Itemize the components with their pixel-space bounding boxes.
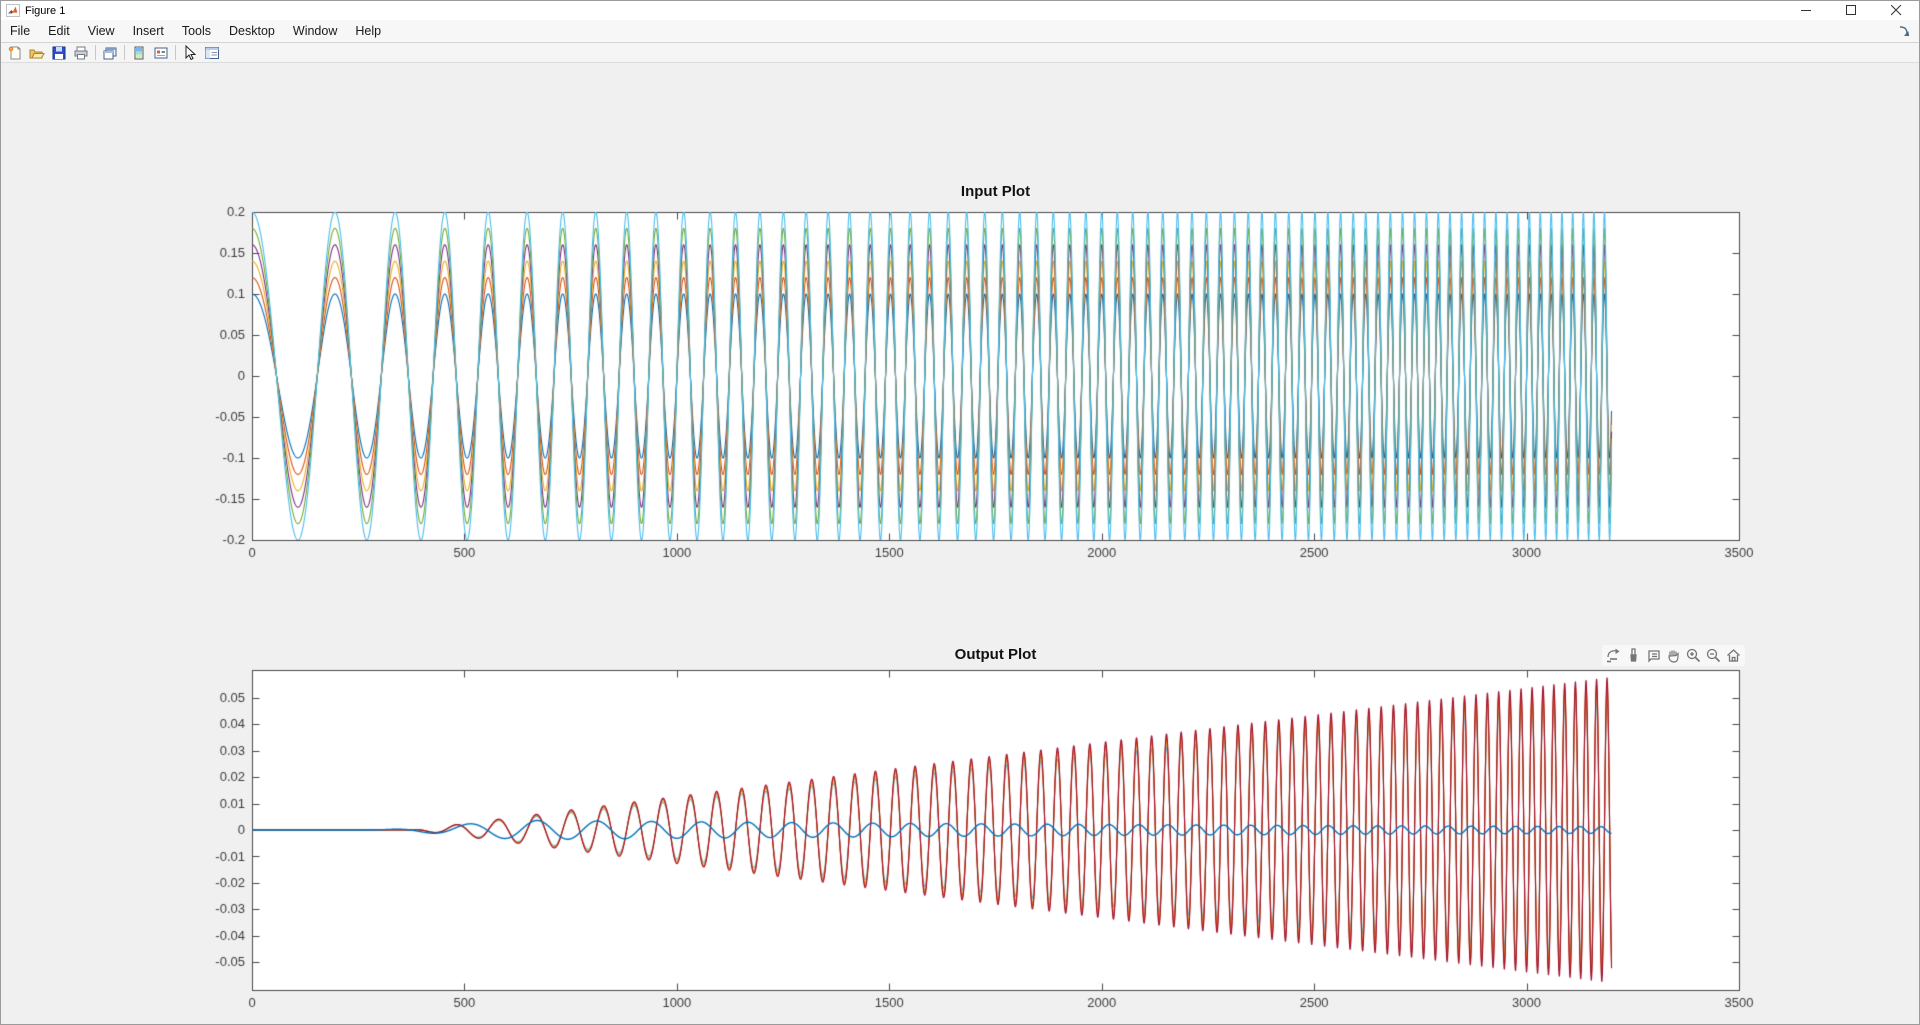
- insert-colorbar-button[interactable]: [128, 43, 150, 62]
- open-file-button[interactable]: [26, 43, 48, 62]
- print-figure-button[interactable]: [70, 43, 92, 62]
- zoom-in-button[interactable]: [1684, 646, 1703, 665]
- input-plot-title: Input Plot: [252, 183, 1739, 200]
- export-icon: [1605, 647, 1622, 664]
- insert-legend-button[interactable]: [150, 43, 172, 62]
- brush-button[interactable]: [1624, 646, 1643, 665]
- minimize-button[interactable]: [1784, 1, 1829, 20]
- minimize-icon: [1801, 5, 1812, 16]
- menu-help[interactable]: Help: [346, 21, 390, 41]
- toolbar-separator: [95, 45, 96, 60]
- dock-windows-button[interactable]: [99, 43, 121, 62]
- property-editor-icon: [204, 45, 220, 61]
- pan-button[interactable]: [1664, 646, 1683, 665]
- edit-plot-button[interactable]: [179, 43, 201, 62]
- menu-view[interactable]: View: [79, 21, 124, 41]
- restore-view-button[interactable]: [1724, 646, 1743, 665]
- new-document-icon: [7, 45, 23, 61]
- toolbar-separator: [124, 45, 125, 60]
- datatip-icon: [1645, 647, 1662, 664]
- save-figure-button[interactable]: [48, 43, 70, 62]
- input-plot-axes[interactable]: [182, 202, 1782, 564]
- figure-window: Figure 1 File Edit View Insert Tools Des…: [0, 0, 1920, 1025]
- zoom-in-icon: [1685, 647, 1702, 664]
- colorbar-icon: [131, 45, 147, 61]
- close-icon: [1891, 5, 1902, 16]
- output-plot-axes[interactable]: [182, 660, 1782, 1018]
- matlab-logo-icon: [6, 4, 20, 17]
- figure-toolbar: [1, 43, 1919, 63]
- window-title: Figure 1: [25, 5, 65, 17]
- brush-icon: [1625, 647, 1642, 664]
- pan-hand-icon: [1665, 647, 1682, 664]
- property-inspector-button[interactable]: [201, 43, 223, 62]
- pointer-arrow-icon: [182, 45, 198, 61]
- zoom-out-icon: [1705, 647, 1722, 664]
- menu-insert[interactable]: Insert: [124, 21, 173, 41]
- home-icon: [1725, 647, 1742, 664]
- window-controls: [1784, 1, 1919, 20]
- close-button[interactable]: [1874, 1, 1919, 20]
- menu-tools[interactable]: Tools: [173, 21, 220, 41]
- axes-toolbar: [1602, 645, 1745, 666]
- dock-arrow-icon: [1898, 25, 1911, 38]
- menu-bar: File Edit View Insert Tools Desktop Wind…: [1, 20, 1919, 43]
- zoom-out-button[interactable]: [1704, 646, 1723, 665]
- menu-file[interactable]: File: [1, 21, 39, 41]
- maximize-button[interactable]: [1829, 1, 1874, 20]
- title-bar: Figure 1: [1, 1, 1919, 20]
- menu-desktop[interactable]: Desktop: [220, 21, 284, 41]
- toolbar-separator: [175, 45, 176, 60]
- menu-edit[interactable]: Edit: [39, 21, 79, 41]
- data-tips-button[interactable]: [1644, 646, 1663, 665]
- overlapping-windows-icon: [102, 45, 118, 61]
- export-button[interactable]: [1604, 646, 1623, 665]
- printer-icon: [73, 45, 89, 61]
- new-figure-button[interactable]: [4, 43, 26, 62]
- save-disk-icon: [51, 45, 67, 61]
- figure-canvas-area: Input Plot Output Plot: [1, 64, 1919, 1024]
- legend-icon: [153, 45, 169, 61]
- dock-figure-button[interactable]: [1898, 23, 1916, 39]
- menu-window[interactable]: Window: [284, 21, 346, 41]
- open-folder-icon: [29, 45, 45, 61]
- maximize-icon: [1846, 5, 1857, 16]
